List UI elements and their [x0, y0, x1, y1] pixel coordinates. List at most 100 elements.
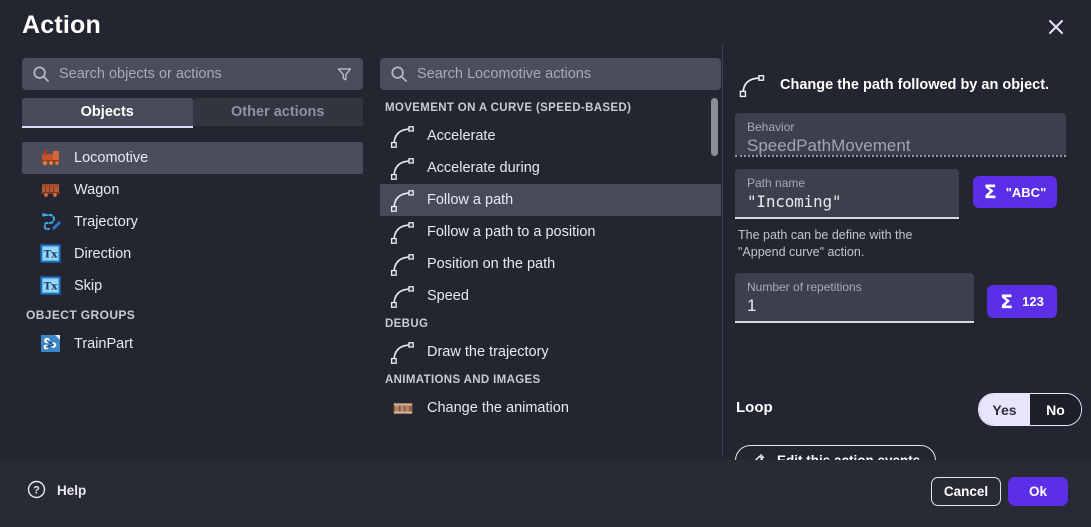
curve-icon: [388, 220, 418, 244]
action-item-change-the-animation[interactable]: Change the animation: [380, 392, 721, 424]
section-header-debug: DEBUG: [380, 312, 721, 336]
path-name-field-value: "Incoming": [747, 191, 947, 212]
path-expression-button[interactable]: Σ "ABC": [973, 176, 1057, 208]
list-item-skip[interactable]: Tx Skip: [22, 270, 363, 302]
panel-divider: [722, 44, 723, 456]
path-name-field[interactable]: Path name "Incoming": [735, 169, 959, 217]
repetitions-field-underline: [735, 321, 974, 323]
repetitions-expression-button[interactable]: Σ 123: [987, 285, 1057, 318]
curve-icon: [388, 340, 418, 364]
text-variable-icon: Tx: [40, 276, 62, 296]
curve-icon: [388, 284, 418, 308]
list-item-label: Trajectory: [74, 214, 138, 230]
list-item-wagon[interactable]: Wagon: [22, 174, 363, 206]
action-item-label: Follow a path: [427, 192, 513, 208]
locomotive-sprite-icon: [40, 148, 62, 168]
sigma-icon: Σ: [1000, 291, 1013, 313]
action-description-text: Change the path followed by an object.: [780, 77, 1049, 93]
list-item-label: Locomotive: [74, 150, 148, 166]
tab-other-actions[interactable]: Other actions: [193, 98, 364, 126]
action-list-scrollbar[interactable]: [711, 98, 718, 454]
repetitions-field[interactable]: Number of repetitions 1: [735, 273, 974, 321]
action-search-input[interactable]: [408, 66, 721, 82]
action-item-accelerate[interactable]: Accelerate: [380, 120, 721, 152]
search-input[interactable]: [50, 66, 331, 82]
trajectory-icon: [40, 212, 62, 232]
action-item-draw-the-trajectory[interactable]: Draw the trajectory: [380, 336, 721, 368]
action-item-speed[interactable]: Speed: [380, 280, 721, 312]
help-button[interactable]: ? Help: [27, 480, 86, 500]
action-list: MOVEMENT ON A CURVE (SPEED-BASED) Accele…: [380, 96, 721, 456]
action-config-panel: Change the path followed by an object. B…: [724, 52, 1091, 460]
ok-button[interactable]: Ok: [1008, 477, 1068, 506]
help-label: Help: [57, 483, 86, 498]
list-item-direction[interactable]: Tx Direction: [22, 238, 363, 270]
objects-panel: Objects Other actions: [0, 52, 373, 460]
tab-objects[interactable]: Objects: [22, 98, 193, 126]
object-list: Locomotive Wagon: [22, 142, 363, 360]
loop-option-no[interactable]: No: [1030, 394, 1081, 425]
wagon-sprite-icon: [40, 180, 62, 200]
ok-button-label: Ok: [1029, 484, 1047, 499]
objects-tabbar: Objects Other actions: [22, 98, 363, 126]
list-item-label: TrainPart: [74, 336, 133, 352]
svg-text:Tx: Tx: [43, 248, 58, 260]
cancel-button[interactable]: Cancel: [931, 477, 1001, 506]
loop-label: Loop: [736, 399, 773, 416]
action-item-label: Position on the path: [427, 256, 555, 272]
cancel-button-label: Cancel: [944, 484, 988, 499]
svg-text:Tx: Tx: [43, 280, 58, 292]
action-item-accelerate-during[interactable]: Accelerate during: [380, 152, 721, 184]
section-header-animations: ANIMATIONS AND IMAGES: [380, 368, 721, 392]
action-item-position-on-the-path[interactable]: Position on the path: [380, 248, 721, 280]
loop-option-no-label: No: [1046, 402, 1065, 418]
loop-toggle[interactable]: Yes No: [978, 393, 1082, 426]
list-item-label: Wagon: [74, 182, 119, 198]
text-variable-icon: Tx: [40, 244, 62, 264]
action-item-label: Speed: [427, 288, 469, 304]
action-item-label: Follow a path to a position: [427, 224, 595, 240]
path-name-field-label: Path name: [747, 176, 947, 190]
path-hint-line2: "Append curve" action.: [738, 244, 968, 261]
page-title: Action: [22, 11, 101, 40]
action-item-label: Draw the trajectory: [427, 344, 549, 360]
curve-icon: [388, 188, 418, 212]
scrollbar-thumb[interactable]: [711, 98, 718, 156]
search-icon: [32, 65, 50, 83]
dialog-footer: [0, 460, 1091, 527]
film-strip-icon: [388, 396, 418, 420]
list-item-trajectory[interactable]: Trajectory: [22, 206, 363, 238]
action-search-box[interactable]: [380, 58, 721, 90]
action-item-follow-a-path-to-a-position[interactable]: Follow a path to a position: [380, 216, 721, 248]
close-icon[interactable]: [1043, 14, 1069, 40]
path-hint-line1: The path can be define with the: [738, 227, 968, 244]
sigma-icon: Σ: [984, 181, 997, 203]
list-item-locomotive[interactable]: Locomotive: [22, 142, 363, 174]
filter-icon[interactable]: [331, 61, 357, 87]
behavior-field-underline: [735, 155, 1066, 157]
search-icon: [390, 65, 408, 83]
close-glyph: [1046, 17, 1066, 37]
loop-option-yes-label: Yes: [992, 402, 1016, 418]
object-group-icon: [40, 334, 62, 354]
action-dialog: Action Objects: [0, 0, 1091, 527]
curve-icon: [388, 156, 418, 180]
list-item-trainpart[interactable]: TrainPart: [22, 328, 363, 360]
tab-objects-label: Objects: [81, 104, 134, 120]
repetitions-field-value: 1: [747, 295, 962, 316]
action-description: Change the path followed by an object.: [736, 72, 1086, 98]
question-circle-icon: ?: [27, 480, 47, 500]
curve-icon: [388, 124, 418, 148]
list-item-label: Skip: [74, 278, 102, 294]
loop-option-yes[interactable]: Yes: [979, 394, 1030, 425]
curve-icon: [388, 252, 418, 276]
svg-text:?: ?: [33, 485, 40, 497]
action-item-label: Change the animation: [427, 400, 569, 416]
path-expression-button-label: "ABC": [1006, 185, 1047, 200]
tab-other-actions-label: Other actions: [231, 104, 324, 120]
action-item-label: Accelerate: [427, 128, 496, 144]
dialog-titlebar: Action: [0, 0, 1091, 52]
object-search-box[interactable]: [22, 58, 363, 90]
actions-panel: MOVEMENT ON A CURVE (SPEED-BASED) Accele…: [375, 52, 722, 460]
action-item-follow-a-path[interactable]: Follow a path: [380, 184, 721, 216]
